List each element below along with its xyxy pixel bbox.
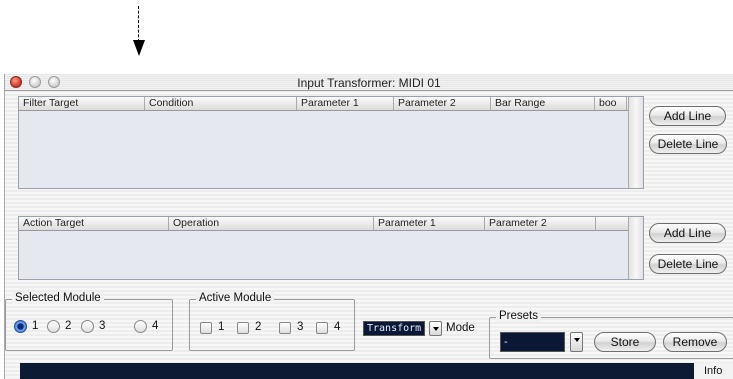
remove-preset-button[interactable]: Remove — [663, 332, 727, 352]
active-module-checkbox-2[interactable] — [237, 322, 249, 334]
selected-module-option-3: 3 — [99, 320, 106, 332]
selected-module-label: Selected Module — [12, 292, 104, 304]
action-col-parameter-2[interactable]: Parameter 2 — [485, 217, 596, 230]
selected-module-group: Selected Module 1 2 3 4 — [5, 292, 173, 351]
active-module-option-4: 4 — [334, 321, 341, 333]
selected-module-radio-4[interactable] — [134, 320, 147, 333]
action-table-scrollbar[interactable] — [628, 217, 643, 279]
presets-dropdown-arrow-icon[interactable] — [570, 332, 583, 352]
store-preset-button[interactable]: Store — [594, 332, 656, 352]
action-delete-line-button[interactable]: Delete Line — [649, 254, 727, 274]
filter-col-parameter-1[interactable]: Parameter 1 — [297, 97, 394, 110]
filter-add-line-button[interactable]: Add Line — [649, 106, 726, 126]
action-table[interactable]: Action Target Operation Parameter 1 Para… — [18, 216, 644, 280]
action-col-parameter-1[interactable]: Parameter 1 — [374, 217, 485, 230]
callout-arrow-icon — [133, 40, 145, 56]
title-bar[interactable]: Input Transformer: MIDI 01 — [5, 74, 733, 91]
active-module-label: Active Module — [196, 292, 275, 304]
presets-group: Presets - Store Remove — [489, 310, 733, 359]
filter-col-bar-range[interactable]: Bar Range — [491, 97, 595, 110]
filter-col-condition[interactable]: Condition — [145, 97, 297, 110]
active-module-checkbox-3[interactable] — [279, 322, 291, 334]
active-module-checkbox-4[interactable] — [316, 322, 328, 334]
action-add-line-button[interactable]: Add Line — [649, 223, 726, 243]
selected-module-option-1: 1 — [32, 320, 39, 332]
active-module-option-2: 2 — [255, 321, 262, 333]
selected-module-option-4: 4 — [152, 320, 159, 332]
filter-col-boo[interactable]: boo — [595, 97, 627, 110]
filter-col-filter-target[interactable]: Filter Target — [19, 97, 145, 110]
filter-table[interactable]: Filter Target Condition Parameter 1 Para… — [18, 96, 644, 189]
filter-table-header: Filter Target Condition Parameter 1 Para… — [19, 97, 643, 111]
filter-col-parameter-2[interactable]: Parameter 2 — [394, 97, 491, 110]
callout-arrow-line — [138, 6, 139, 42]
presets-label: Presets — [496, 310, 541, 322]
filter-table-scrollbar[interactable] — [628, 97, 643, 188]
mode-label: Mode — [446, 322, 475, 334]
selected-module-radio-2[interactable] — [47, 320, 60, 333]
action-table-header: Action Target Operation Parameter 1 Para… — [19, 217, 643, 231]
info-button[interactable]: Info — [694, 363, 733, 379]
mode-select[interactable]: Transform — [363, 321, 425, 336]
action-col-action-target[interactable]: Action Target — [19, 217, 169, 230]
filter-delete-line-button[interactable]: Delete Line — [649, 134, 727, 154]
selected-module-option-2: 2 — [65, 320, 72, 332]
selected-module-radio-1[interactable] — [14, 320, 27, 333]
mode-dropdown-arrow-icon[interactable] — [429, 321, 442, 336]
selected-module-radio-3[interactable] — [81, 320, 94, 333]
info-bar: Info — [20, 363, 733, 379]
active-module-group: Active Module 1 2 3 4 — [189, 292, 355, 351]
active-module-checkbox-1[interactable] — [200, 322, 212, 334]
presets-select[interactable]: - — [500, 332, 565, 352]
action-col-operation[interactable]: Operation — [169, 217, 374, 230]
window-title: Input Transformer: MIDI 01 — [297, 76, 441, 90]
active-module-option-3: 3 — [297, 321, 304, 333]
active-module-option-1: 1 — [218, 321, 225, 333]
input-transformer-window: Input Transformer: MIDI 01 Filter Target… — [4, 74, 733, 379]
